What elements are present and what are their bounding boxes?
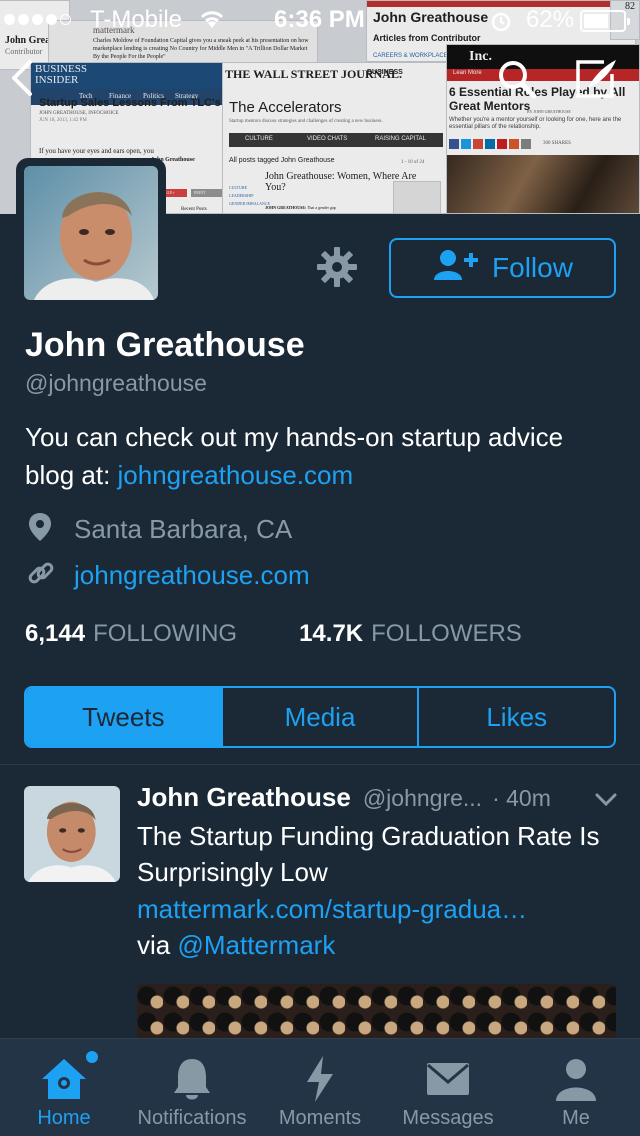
tweet-media-image[interactable] bbox=[137, 984, 616, 1044]
profile-tabs: Tweets Media Likes bbox=[24, 686, 616, 748]
location-text: Santa Barbara, CA bbox=[74, 514, 293, 544]
profile-bio: You can check out my hands-on startup ad… bbox=[25, 418, 615, 494]
location-pin-icon bbox=[28, 512, 52, 547]
profile-website[interactable]: johngreathouse.com bbox=[28, 560, 310, 591]
following-label: FOLLOWING bbox=[93, 620, 238, 647]
status-bar: T-Mobile 6:36 PM 62% bbox=[0, 0, 640, 40]
signal-dot bbox=[18, 14, 29, 25]
tweet-mention[interactable]: @Mattermark bbox=[177, 930, 335, 960]
chevron-left-icon[interactable] bbox=[8, 58, 34, 103]
bio-link[interactable]: johngreathouse.com bbox=[118, 460, 354, 490]
tweet-timestamp: · 40m bbox=[492, 785, 551, 811]
alarm-icon bbox=[490, 10, 512, 37]
tabbar-label: Messages bbox=[402, 1107, 494, 1129]
wifi-icon bbox=[198, 8, 226, 35]
profile-location: Santa Barbara, CA bbox=[28, 512, 292, 547]
clock-time: 6:36 PM bbox=[274, 6, 365, 33]
tabbar-me[interactable]: Me bbox=[526, 1039, 626, 1136]
signal-dot bbox=[46, 14, 57, 25]
tabbar-moments[interactable]: Moments bbox=[270, 1039, 370, 1136]
battery-percentage: 62% bbox=[526, 6, 575, 33]
lightning-icon bbox=[305, 1055, 335, 1103]
bell-icon bbox=[172, 1055, 212, 1103]
carrier-name: T-Mobile bbox=[90, 6, 183, 33]
signal-dot bbox=[32, 14, 43, 25]
profile-photo bbox=[24, 166, 158, 300]
profile-name: John Greathouse bbox=[25, 326, 305, 364]
tweet-via: via @Mattermark bbox=[137, 927, 335, 963]
bottom-tab-bar: Home Notifications Moments Messages Me bbox=[0, 1038, 640, 1136]
battery-fill bbox=[584, 14, 608, 28]
gear-icon[interactable] bbox=[316, 246, 358, 293]
tabbar-notifications[interactable]: Notifications bbox=[126, 1039, 258, 1136]
profile-counts: 6,144 FOLLOWING 14.7K FOLLOWERS bbox=[25, 620, 522, 648]
followers-count-group[interactable]: 14.7K FOLLOWERS bbox=[299, 620, 522, 648]
battery-tip bbox=[627, 18, 630, 25]
tweet-avatar[interactable] bbox=[24, 786, 120, 882]
compose-icon[interactable] bbox=[574, 58, 620, 105]
avatar[interactable] bbox=[16, 158, 166, 308]
profile-screen: John Greathouse Contributor mattermark C… bbox=[0, 0, 640, 1136]
tweet-via-text: via bbox=[137, 930, 178, 960]
tab-tweets[interactable]: Tweets bbox=[26, 688, 221, 746]
website-link[interactable]: johngreathouse.com bbox=[74, 560, 310, 591]
chevron-down-icon[interactable] bbox=[594, 792, 618, 813]
tweet-link[interactable]: mattermark.com/startup-gradua… bbox=[137, 891, 597, 927]
divider bbox=[0, 764, 640, 765]
tab-likes[interactable]: Likes bbox=[417, 688, 614, 746]
tweet-author-name[interactable]: John Greathouse bbox=[137, 782, 351, 813]
tweet-header: John Greathouse @johngre... · 40m bbox=[137, 782, 627, 813]
home-icon bbox=[40, 1051, 98, 1103]
follow-button-label: Follow bbox=[492, 252, 573, 283]
signal-strength bbox=[4, 14, 71, 25]
follow-button[interactable]: Follow bbox=[389, 238, 616, 298]
followers-count: 14.7K bbox=[299, 620, 364, 647]
tabbar-label: Home bbox=[37, 1107, 91, 1129]
signal-dot bbox=[60, 14, 71, 25]
signal-dot bbox=[4, 14, 15, 25]
tabbar-label: Moments bbox=[278, 1107, 362, 1129]
tweet-author-handle: @johngre... bbox=[362, 785, 483, 811]
following-count: 6,144 bbox=[25, 620, 86, 647]
tabbar-messages[interactable]: Messages bbox=[390, 1039, 506, 1136]
followers-label: FOLLOWERS bbox=[371, 620, 522, 647]
tabbar-home[interactable]: Home bbox=[14, 1039, 114, 1136]
tabbar-label: Me bbox=[562, 1107, 590, 1129]
envelope-icon bbox=[426, 1055, 470, 1103]
tab-media[interactable]: Media bbox=[220, 688, 418, 746]
person-icon bbox=[555, 1055, 597, 1103]
search-icon[interactable] bbox=[496, 58, 538, 105]
add-user-icon bbox=[432, 248, 480, 289]
notification-dot bbox=[86, 1051, 98, 1063]
following-count-group[interactable]: 6,144 FOLLOWING bbox=[25, 620, 237, 648]
profile-handle: @johngreathouse bbox=[25, 370, 207, 396]
tabbar-label: Notifications bbox=[137, 1107, 247, 1129]
link-icon bbox=[28, 560, 54, 591]
battery-icon bbox=[580, 10, 630, 32]
tweet-text: The Startup Funding Graduation Rate Is S… bbox=[137, 821, 600, 887]
